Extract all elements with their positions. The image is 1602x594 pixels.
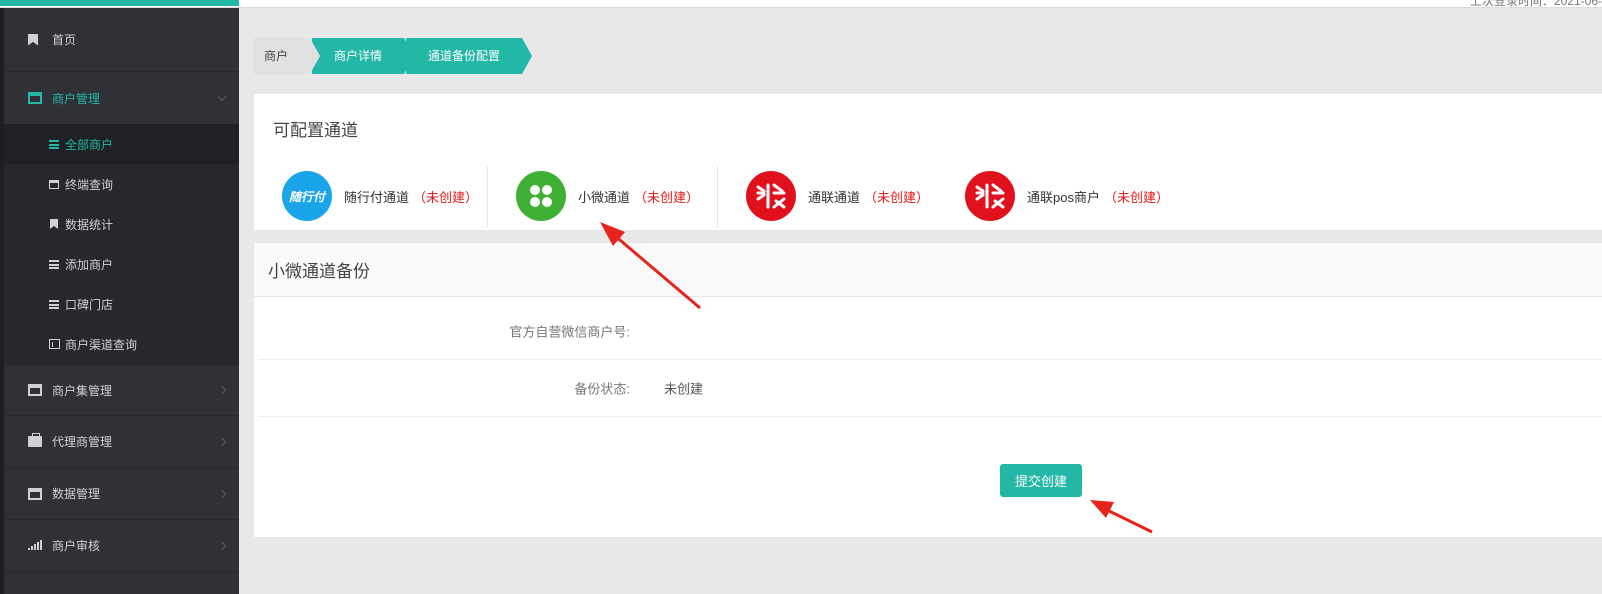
form-row-merchant-id: 官方自营微信商户号: — [258, 303, 1602, 360]
panel-title: 小微通道备份 — [254, 243, 1602, 297]
sidebar-subitem-label: 商户渠道查询 — [65, 337, 138, 352]
sidebar-item-label: 商户管理 — [52, 91, 101, 106]
sidebar-item-label: 商户审核 — [52, 539, 101, 553]
breadcrumb-merchant[interactable]: 商户 — [254, 38, 321, 74]
divider — [487, 166, 488, 228]
channel-tonglian-pos[interactable]: 通联pos商户 （未创建） — [965, 166, 1169, 226]
list-icon — [48, 139, 60, 149]
configurable-channels-panel: 可配置通道 随行付 随行付通道 （未创建） 小微通道 （未创建） 通联通道 （未… — [254, 94, 1602, 230]
sidebar-subitem-label: 添加商户 — [65, 257, 114, 272]
breadcrumb-merchant-detail[interactable]: 商户详情 — [312, 38, 415, 74]
sidebar-subitem-label: 终端查询 — [65, 177, 114, 192]
list-icon — [48, 259, 60, 269]
clover-logo-icon — [516, 171, 566, 221]
sidebar-item-label: 代理商管理 — [52, 435, 113, 449]
field-label: 官方自营微信商户号: — [509, 324, 630, 340]
list-icon — [48, 299, 60, 309]
archive-icon — [28, 92, 42, 104]
sidebar-subitem-terminal-query[interactable]: 终端查询 — [4, 164, 239, 204]
submit-create-button[interactable]: 提交创建 — [1000, 464, 1082, 497]
sidebar-item-label: 商户集管理 — [52, 383, 113, 398]
sidebar-subitem-data-stats[interactable]: 数据统计 — [4, 204, 239, 244]
sidebar-subitem-label: 数据统计 — [65, 217, 114, 232]
channel-suixingfu[interactable]: 随行付 随行付通道 （未创建） — [282, 166, 478, 226]
channel-xiaowei[interactable]: 小微通道 （未创建） — [516, 166, 699, 226]
channel-tonglian[interactable]: 通联通道 （未创建） — [746, 166, 929, 226]
merchant-submenu: 全部商户 终端查询 数据统计 添加商户 口碑门店 商户渠道查询 — [4, 124, 239, 364]
sidebar-subitem-channel-query[interactable]: 商户渠道查询 — [4, 324, 239, 364]
breadcrumb-channel-backup-config[interactable]: 通道备份配置 — [406, 38, 533, 74]
chevron-right-icon — [217, 437, 227, 446]
sidebar-subitem-label: 全部商户 — [65, 137, 114, 152]
sidebar-subitem-label: 口碑门店 — [65, 297, 114, 312]
sidebar-item-merchant-management[interactable]: 商户管理 — [4, 72, 239, 124]
breadcrumb: 商户 商户详情 通道备份配置 — [254, 38, 533, 74]
sidebar-subitem-add-merchant[interactable]: 添加商户 — [4, 244, 239, 284]
sidebar-item-merchant-sets[interactable]: 商户集管理 — [4, 364, 239, 416]
channel-name: 通联通道 — [808, 189, 861, 205]
divider — [717, 166, 718, 228]
panel-title: 可配置通道 — [273, 121, 358, 140]
bookmark-icon — [28, 33, 42, 46]
briefcase-icon — [28, 432, 42, 448]
top-bar: 上次登录时间：2021-06- — [0, 0, 1602, 8]
last-login-time: 上次登录时间：2021-06- — [1469, 0, 1602, 8]
archive-icon — [28, 487, 42, 500]
signal-bars-icon — [28, 539, 42, 552]
channel-status: （未创建） — [864, 189, 930, 205]
channel-name: 小微通道 — [578, 189, 631, 205]
tonglian-logo-icon — [746, 171, 796, 221]
chevron-right-icon — [217, 385, 227, 395]
channel-status: （未创建） — [634, 189, 700, 205]
channel-status: （未创建） — [413, 189, 479, 205]
chevron-down-icon — [217, 92, 227, 102]
suixingfu-logo-icon: 随行付 — [282, 171, 332, 221]
bar-chart-icon — [48, 339, 60, 349]
xiaowei-backup-panel: 小微通道备份 官方自营微信商户号: 备份状态: 未创建 提交创建 — [254, 243, 1602, 537]
field-label: 备份状态: — [574, 381, 630, 397]
channel-name: 随行付通道 — [344, 189, 410, 205]
sidebar-item-label: 数据管理 — [52, 487, 101, 501]
sidebar-item-data-management[interactable]: 数据管理 — [4, 468, 239, 520]
tonglian-logo-icon — [965, 171, 1015, 221]
channel-status: （未创建） — [1103, 189, 1169, 205]
chevron-right-icon — [217, 489, 227, 498]
sidebar-item-label: 首页 — [52, 33, 77, 47]
sidebar: 首页 商户管理 全部商户 终端查询 数据统计 添加商户 口碑门店 商户渠道查询 — [0, 8, 239, 594]
sidebar-subitem-koubei-stores[interactable]: 口碑门店 — [4, 284, 239, 324]
sidebar-item-merchant-review[interactable]: 商户审核 — [4, 520, 239, 572]
archive-icon — [28, 384, 42, 396]
archive-icon — [48, 179, 60, 189]
channel-name: 通联pos商户 — [1027, 189, 1100, 205]
sidebar-item-home[interactable]: 首页 — [4, 8, 239, 72]
field-value: 未创建 — [664, 381, 704, 397]
brand-strip — [0, 0, 239, 6]
form-row-backup-status: 备份状态: 未创建 — [258, 360, 1602, 417]
sidebar-item-agent-management[interactable]: 代理商管理 — [4, 416, 239, 468]
bookmark-icon — [48, 219, 60, 229]
chevron-right-icon — [217, 541, 227, 550]
sidebar-subitem-all-merchants[interactable]: 全部商户 — [4, 124, 239, 164]
